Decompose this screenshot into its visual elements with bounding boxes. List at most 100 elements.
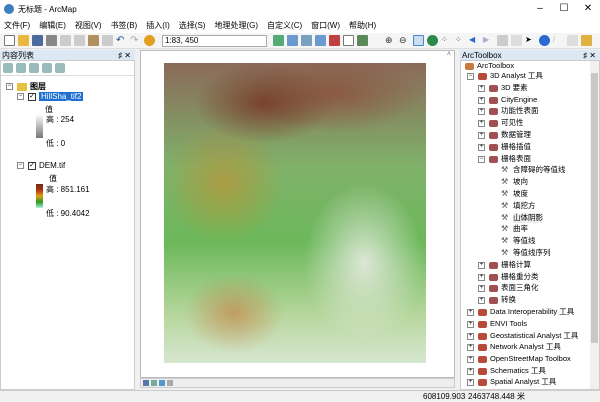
fixed-zoom-in-icon[interactable]: ⁘ bbox=[441, 35, 452, 46]
redo-icon[interactable]: ↷ bbox=[130, 35, 141, 46]
toolset[interactable]: + 栅格插值 bbox=[478, 142, 531, 152]
tool[interactable]: ⚒ 曲率 bbox=[501, 224, 528, 234]
forward-icon[interactable]: ▶ bbox=[483, 35, 494, 46]
toolset[interactable]: + 栅格计算 bbox=[478, 260, 531, 270]
time-slider-icon[interactable] bbox=[581, 35, 592, 46]
collapse-icon[interactable]: − bbox=[6, 83, 13, 90]
fixed-zoom-out-icon[interactable]: ⁘ bbox=[455, 35, 466, 46]
paste-icon[interactable] bbox=[88, 35, 99, 46]
menu-insert[interactable]: 插入(I) bbox=[146, 20, 170, 31]
layer-hillshade[interactable]: − ✓ HillSha_tif2 bbox=[17, 92, 84, 101]
copy-icon[interactable] bbox=[74, 35, 85, 46]
tool[interactable]: ⚒ 填挖方 bbox=[501, 201, 536, 211]
clear-selection-icon[interactable] bbox=[511, 35, 522, 46]
menu-file[interactable]: 文件(F) bbox=[4, 20, 30, 31]
pan-icon[interactable] bbox=[413, 35, 424, 46]
tool-hillshade[interactable]: ⚒ 山体阴影 bbox=[501, 213, 543, 223]
open-icon[interactable] bbox=[18, 35, 29, 46]
menu-geoprocessing[interactable]: 地理处理(G) bbox=[214, 20, 258, 31]
scrollbar-thumb[interactable] bbox=[591, 73, 598, 343]
scale-input[interactable]: 1:83, 450 bbox=[162, 34, 267, 47]
toolset[interactable]: + 栅格重分类 bbox=[478, 272, 539, 282]
layer-visibility-checkbox[interactable]: ✓ bbox=[28, 92, 36, 101]
layout-icon[interactable] bbox=[287, 35, 298, 46]
python-icon[interactable] bbox=[343, 35, 354, 46]
menu-windows[interactable]: 窗口(W) bbox=[311, 20, 340, 31]
toolset[interactable]: + CityEngine bbox=[478, 95, 537, 105]
menu-customize[interactable]: 自定义(C) bbox=[267, 20, 302, 31]
close-button[interactable]: ✕ bbox=[576, 0, 600, 18]
scroll-up-icon[interactable]: ˄ bbox=[447, 51, 451, 58]
save-icon[interactable] bbox=[32, 35, 43, 46]
zoom-out-icon[interactable]: ⊖ bbox=[399, 35, 410, 46]
list-by-selection-icon[interactable] bbox=[42, 63, 52, 73]
search-window-icon[interactable] bbox=[315, 35, 326, 46]
zoom-in-icon[interactable]: ⊕ bbox=[385, 35, 396, 46]
collapse-icon[interactable]: − bbox=[17, 162, 24, 169]
menu-view[interactable]: 视图(V) bbox=[75, 20, 102, 31]
toolset-raster-surface[interactable]: − 栅格表面 bbox=[478, 154, 531, 164]
undo-icon[interactable]: ↶ bbox=[116, 35, 127, 46]
collapse-icon[interactable]: − bbox=[17, 93, 24, 100]
menu-bookmarks[interactable]: 书签(B) bbox=[111, 20, 138, 31]
add-data-icon[interactable] bbox=[144, 35, 155, 46]
tool[interactable]: ⚒ 等值线 bbox=[501, 236, 536, 246]
tool[interactable]: ⚒ 坡向 bbox=[501, 177, 528, 187]
layer-name[interactable]: HillSha_tif2 bbox=[39, 92, 84, 101]
toolset[interactable]: + 表面三角化 bbox=[478, 283, 539, 293]
print-icon[interactable] bbox=[46, 35, 57, 46]
new-icon[interactable] bbox=[4, 35, 15, 46]
model-builder-icon[interactable] bbox=[357, 35, 368, 46]
toolset[interactable]: + 转换 bbox=[478, 295, 516, 305]
toolbox[interactable]: + OpenStreetMap Toolbox bbox=[467, 354, 571, 364]
tree-label: 栅格计算 bbox=[501, 260, 531, 269]
toolbox[interactable]: + Network Analyst 工具 bbox=[467, 342, 561, 352]
list-by-visibility-icon[interactable] bbox=[29, 63, 39, 73]
tree-root[interactable]: ArcToolbox bbox=[465, 61, 514, 71]
identify-icon[interactable] bbox=[539, 35, 550, 46]
toolbox-3d-analyst[interactable]: −3D Analyst 工具 bbox=[467, 71, 543, 81]
tree-label: Geostatistical Analyst 工具 bbox=[490, 331, 579, 340]
maximize-button[interactable]: ☐ bbox=[552, 0, 576, 18]
menu-help[interactable]: 帮助(H) bbox=[349, 20, 376, 31]
list-by-source-icon[interactable] bbox=[16, 63, 26, 73]
delete-icon[interactable] bbox=[102, 35, 113, 46]
layout-view-icon[interactable] bbox=[151, 380, 157, 386]
back-icon[interactable]: ◀ bbox=[469, 35, 480, 46]
select-elements-icon[interactable]: ➤ bbox=[525, 35, 536, 46]
tool[interactable]: ⚒ 含障碍的等值线 bbox=[501, 165, 566, 175]
toolbox[interactable]: + Data Interoperability 工具 bbox=[467, 307, 574, 317]
select-features-icon[interactable] bbox=[497, 35, 508, 46]
cut-icon[interactable] bbox=[60, 35, 71, 46]
catalog-icon[interactable] bbox=[301, 35, 312, 46]
menu-edit[interactable]: 编辑(E) bbox=[39, 20, 66, 31]
tool[interactable]: ⚒ 等值线序列 bbox=[501, 248, 551, 258]
layer-name[interactable]: DEM.tif bbox=[39, 161, 65, 170]
toolbox[interactable]: + Geostatistical Analyst 工具 bbox=[467, 331, 578, 341]
layer-visibility-checkbox[interactable]: ✓ bbox=[28, 161, 36, 170]
toolbox[interactable]: + Spatial Analyst 工具 bbox=[467, 377, 556, 387]
pause-drawing-icon[interactable] bbox=[167, 380, 173, 386]
toolbox[interactable]: + Schematics 工具 bbox=[467, 366, 546, 376]
measure-icon[interactable] bbox=[567, 35, 578, 46]
toolset[interactable]: + 功能性表面 bbox=[478, 106, 539, 116]
toolset[interactable]: + 可见性 bbox=[478, 118, 524, 128]
toolbox[interactable]: + ENVI Tools bbox=[467, 319, 527, 329]
toolbox-scrollbar[interactable] bbox=[590, 61, 599, 389]
list-by-drawing-order-icon[interactable] bbox=[3, 63, 13, 73]
editor-icon[interactable] bbox=[273, 35, 284, 46]
data-view-icon[interactable] bbox=[143, 380, 149, 386]
refresh-icon[interactable] bbox=[159, 380, 165, 386]
menu-selection[interactable]: 选择(S) bbox=[179, 20, 206, 31]
toolset[interactable]: +3D 要素 bbox=[478, 83, 528, 93]
layer-dem[interactable]: − ✓ DEM.tif bbox=[17, 161, 65, 170]
layers-group[interactable]: − 图层 bbox=[6, 81, 46, 92]
toolset[interactable]: + 数据管理 bbox=[478, 130, 531, 140]
html-popup-icon[interactable]: / bbox=[553, 35, 564, 46]
toolbox-icon[interactable] bbox=[329, 35, 340, 46]
full-extent-icon[interactable] bbox=[427, 35, 438, 46]
minimize-button[interactable]: – bbox=[528, 0, 552, 18]
options-icon[interactable] bbox=[55, 63, 65, 73]
tool[interactable]: ⚒ 坡度 bbox=[501, 189, 528, 199]
map-view[interactable]: ˄ bbox=[140, 50, 455, 378]
